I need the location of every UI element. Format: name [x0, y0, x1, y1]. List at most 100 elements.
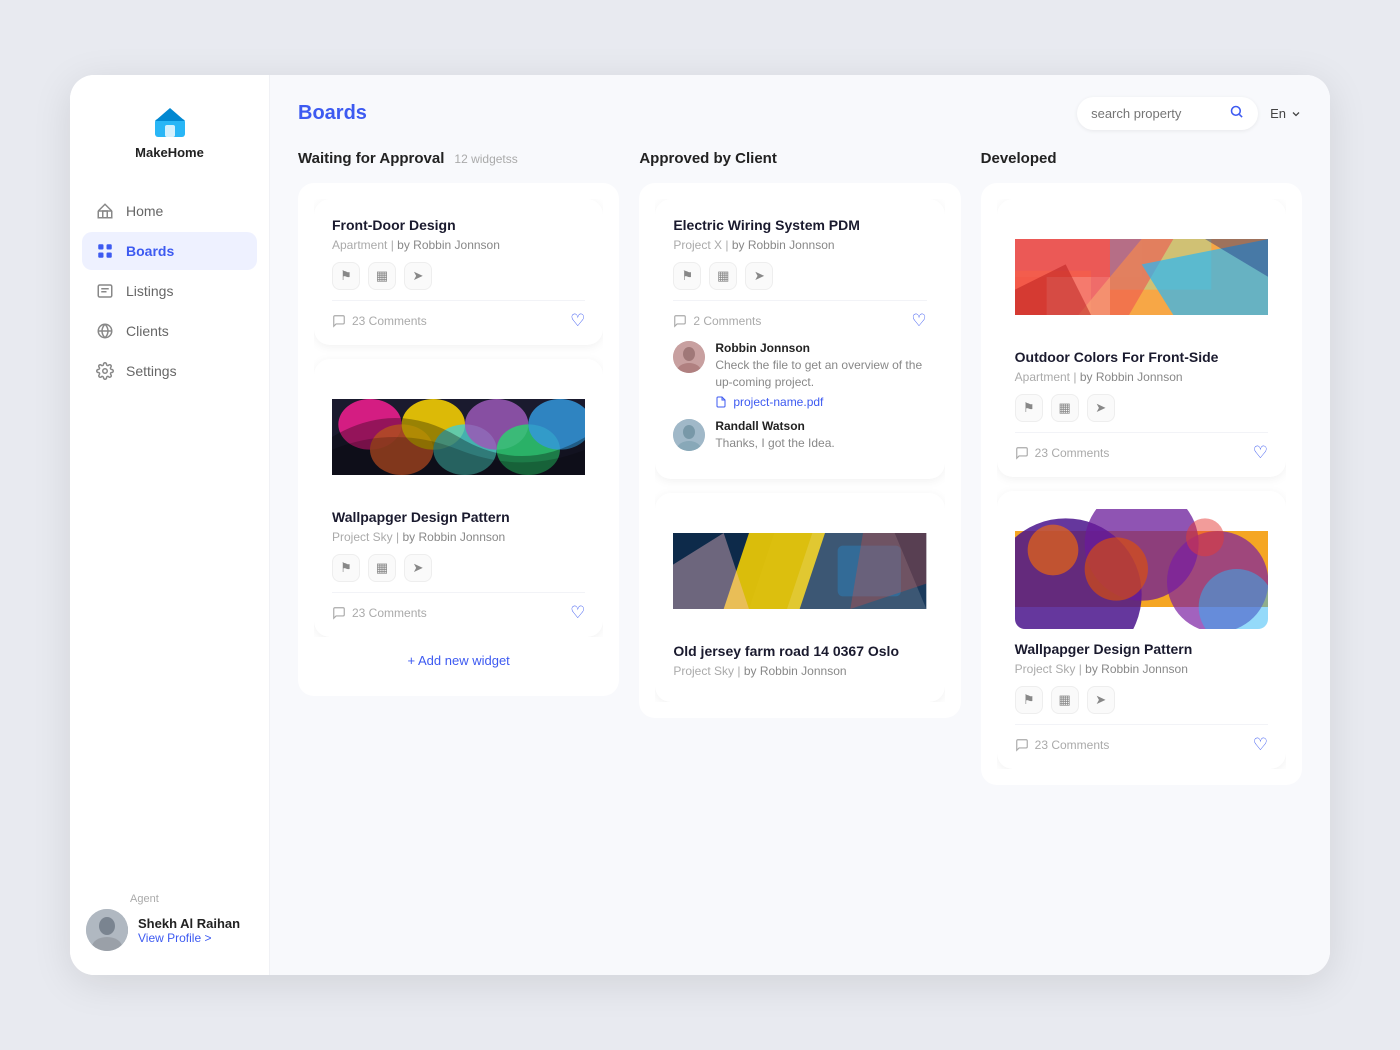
- grid-button[interactable]: ▦: [1051, 394, 1079, 422]
- card-wallpaper-purple: Wallpapger Design Pattern Project Sky | …: [997, 491, 1286, 769]
- add-widget-button[interactable]: + Add new widget: [314, 641, 603, 680]
- boards-area: Waiting for Approval 12 widgetss Front-D…: [270, 130, 1330, 975]
- agent-label: Agent: [130, 893, 159, 905]
- send-button[interactable]: ➤: [745, 262, 773, 290]
- cards-approved: Electric Wiring System PDM Project X | b…: [655, 199, 944, 702]
- comment-count: 23 Comments: [1035, 738, 1110, 752]
- topbar: Boards En: [270, 75, 1330, 130]
- card-title: Outdoor Colors For Front-Side: [1015, 349, 1268, 365]
- like-button[interactable]: ♡: [1253, 443, 1268, 463]
- card-meta: Apartment | by Robbin Jonnson: [332, 238, 585, 252]
- flag-button[interactable]: ⚑: [332, 554, 360, 582]
- card-image-purple-orange: [1015, 509, 1268, 629]
- comment-item-2: Randall Watson Thanks, I got the Idea.: [673, 419, 926, 452]
- avatar-image: [86, 909, 128, 951]
- project-name: Apartment: [1015, 370, 1070, 384]
- comments-label: 23 Comments: [332, 314, 427, 328]
- comment-icon: [1015, 446, 1029, 460]
- comment-author-1: Robbin Jonnson: [715, 341, 926, 355]
- sidebar-footer: Agent Shekh Al Raihan View Profile >: [70, 893, 269, 951]
- send-button[interactable]: ➤: [404, 262, 432, 290]
- flag-button[interactable]: ⚑: [673, 262, 701, 290]
- view-profile-link[interactable]: View Profile >: [138, 931, 240, 945]
- comments-label: 23 Comments: [332, 606, 427, 620]
- project-name: Apartment: [332, 238, 387, 252]
- column-approved: Approved by Client Electric Wiring Syste…: [639, 150, 960, 955]
- by-label: by Robbin Jonnson: [1080, 370, 1183, 384]
- card-footer: 23 Comments ♡: [1015, 724, 1268, 755]
- sidebar-nav: Home Boards: [70, 192, 269, 893]
- comments-label: 23 Comments: [1015, 446, 1110, 460]
- grid-button[interactable]: ▦: [368, 262, 396, 290]
- search-box[interactable]: [1077, 97, 1258, 130]
- send-button[interactable]: ➤: [1087, 394, 1115, 422]
- by-label: by Robbin Jonnson: [402, 530, 505, 544]
- col-header-developed: Developed: [981, 150, 1302, 167]
- flag-button[interactable]: ⚑: [1015, 686, 1043, 714]
- card-actions: ⚑ ▦ ➤: [332, 262, 585, 290]
- card-image-blue: [673, 511, 926, 631]
- send-button[interactable]: ➤: [404, 554, 432, 582]
- sidebar-item-listings[interactable]: Listings: [82, 272, 257, 310]
- comment-file-link[interactable]: project-name.pdf: [715, 395, 926, 409]
- card-meta: Project Sky | by Robbin Jonnson: [332, 530, 585, 544]
- comment-body-1: Robbin Jonnson Check the file to get an …: [715, 341, 926, 409]
- sidebar-item-settings[interactable]: Settings: [82, 352, 257, 390]
- col-title-developed: Developed: [981, 150, 1057, 167]
- comment-author-2: Randall Watson: [715, 419, 834, 433]
- column-waiting: Waiting for Approval 12 widgetss Front-D…: [298, 150, 619, 955]
- sidebar-item-home[interactable]: Home: [82, 192, 257, 230]
- col-bg-waiting: Front-Door Design Apartment | by Robbin …: [298, 183, 619, 696]
- user-name: Shekh Al Raihan: [138, 916, 240, 931]
- comment-item-1: Robbin Jonnson Check the file to get an …: [673, 341, 926, 409]
- search-icon: [1229, 104, 1244, 123]
- grid-button[interactable]: ▦: [1051, 686, 1079, 714]
- chevron-down-icon: [1290, 108, 1302, 120]
- like-button[interactable]: ♡: [1253, 735, 1268, 755]
- by-label: by Robbin Jonnson: [732, 238, 835, 252]
- project-name: Project Sky: [332, 530, 393, 544]
- card-image-pattern: [332, 377, 585, 497]
- card-electric: Electric Wiring System PDM Project X | b…: [655, 199, 944, 479]
- sidebar-item-boards[interactable]: Boards: [82, 232, 257, 270]
- app-container: MakeHome Home: [70, 75, 1330, 975]
- listings-icon: [96, 282, 114, 300]
- card-title: Wallpapger Design Pattern: [1015, 641, 1268, 657]
- file-icon: [715, 396, 727, 408]
- grid-button[interactable]: ▦: [709, 262, 737, 290]
- col-title-waiting: Waiting for Approval: [298, 150, 444, 167]
- card-actions: ⚑ ▦ ➤: [673, 262, 926, 290]
- grid-button[interactable]: ▦: [368, 554, 396, 582]
- like-button[interactable]: ♡: [911, 311, 926, 331]
- comment-icon: [332, 314, 346, 328]
- card-actions: ⚑ ▦ ➤: [1015, 686, 1268, 714]
- send-button[interactable]: ➤: [1087, 686, 1115, 714]
- like-button[interactable]: ♡: [570, 311, 585, 331]
- col-header-approved: Approved by Client: [639, 150, 960, 167]
- boards-label: Boards: [126, 243, 174, 259]
- search-input[interactable]: [1091, 106, 1221, 121]
- sidebar: MakeHome Home: [70, 75, 270, 975]
- comment-count: 23 Comments: [352, 314, 427, 328]
- flag-button[interactable]: ⚑: [1015, 394, 1043, 422]
- col-title-approved: Approved by Client: [639, 150, 777, 167]
- like-button[interactable]: ♡: [570, 603, 585, 623]
- avatar: [86, 909, 128, 951]
- listings-label: Listings: [126, 283, 173, 299]
- col-header-waiting: Waiting for Approval 12 widgetss: [298, 150, 619, 167]
- col-bg-developed: Outdoor Colors For Front-Side Apartment …: [981, 183, 1302, 785]
- purple-orange-svg: [1015, 509, 1268, 629]
- flag-button[interactable]: ⚑: [332, 262, 360, 290]
- sidebar-item-clients[interactable]: Clients: [82, 312, 257, 350]
- card-actions: ⚑ ▦ ➤: [332, 554, 585, 582]
- colorful-abstract-svg: [1015, 217, 1268, 337]
- comment-icon: [673, 314, 687, 328]
- card-title: Wallpapger Design Pattern: [332, 509, 585, 525]
- cards-waiting: Front-Door Design Apartment | by Robbin …: [314, 199, 603, 637]
- comments-label: 23 Comments: [1015, 738, 1110, 752]
- comment-icon: [332, 606, 346, 620]
- by-label: by Robbin Jonnson: [397, 238, 500, 252]
- footer-user: Shekh Al Raihan View Profile >: [86, 909, 240, 951]
- lang-label: En: [1270, 106, 1286, 121]
- lang-selector[interactable]: En: [1270, 106, 1302, 121]
